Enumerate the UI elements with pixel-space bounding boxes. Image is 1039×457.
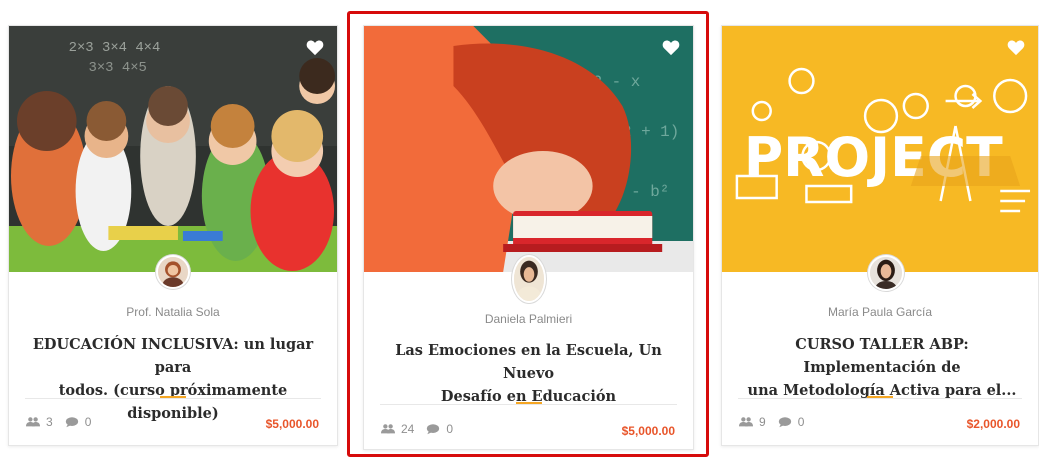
course-stats: 24 0: [381, 422, 459, 436]
course-stats: 3 0: [26, 415, 97, 429]
students-icon: [26, 416, 40, 428]
course-thumbnail[interactable]: 2×3 3×4 4×4 3×3 4×5: [9, 26, 337, 272]
course-author[interactable]: Daniela Palmieri: [364, 312, 693, 326]
course-thumbnail[interactable]: 2 - x (2 + 1) a² - b²: [364, 26, 693, 272]
course-card[interactable]: 2×3 3×4 4×4 3×3 4×5 Prof. Natalia Sola E…: [8, 25, 338, 446]
divider: [380, 404, 677, 405]
heart-icon[interactable]: [661, 38, 681, 56]
comment-icon: [778, 416, 792, 428]
course-title-line: CURSO TALLER ABP: Implementación de: [795, 336, 969, 376]
student-count: 9: [759, 415, 766, 429]
comment-count: 0: [84, 415, 92, 429]
author-avatar[interactable]: [156, 255, 190, 289]
svg-text:3×3 4×5: 3×3 4×5: [89, 60, 147, 76]
student-count: 3: [46, 415, 53, 429]
comment-icon: [65, 416, 79, 428]
course-title[interactable]: CURSO TALLER ABP: Implementación de una …: [734, 333, 1030, 402]
course-card[interactable]: PROJECT María Paula García CURSO TALLER …: [721, 25, 1039, 446]
divider: [25, 398, 321, 399]
course-title-line: Las Emociones en la Escuela, Un Nuevo: [395, 342, 662, 382]
course-stats: 9 0: [739, 415, 810, 429]
course-title[interactable]: EDUCACIÓN INCLUSIVA: un lugar para todos…: [27, 333, 319, 425]
course-title[interactable]: Las Emociones en la Escuela, Un Nuevo De…: [382, 339, 675, 408]
course-title-line: EDUCACIÓN INCLUSIVA: un lugar para: [32, 336, 314, 376]
heart-icon[interactable]: [1006, 38, 1026, 56]
course-card[interactable]: 2 - x (2 + 1) a² - b² Daniela Palmieri L…: [363, 25, 694, 450]
student-count: 24: [401, 422, 415, 436]
course-thumbnail[interactable]: PROJECT: [722, 26, 1038, 272]
divider: [738, 398, 1022, 399]
course-author[interactable]: María Paula García: [722, 305, 1038, 319]
author-avatar[interactable]: [868, 255, 904, 291]
svg-text:2×3 3×4 4×4: 2×3 3×4 4×4: [69, 40, 161, 56]
comment-count: 0: [446, 422, 454, 436]
author-avatar[interactable]: [512, 255, 546, 303]
course-price: $5,000.00: [621, 424, 675, 438]
course-price: $2,000.00: [966, 417, 1020, 431]
students-icon: [739, 416, 753, 428]
comment-icon: [426, 423, 440, 435]
course-author[interactable]: Prof. Natalia Sola: [9, 305, 337, 319]
students-icon: [381, 423, 395, 435]
comment-count: 0: [797, 415, 805, 429]
heart-icon[interactable]: [305, 38, 325, 56]
course-price: $5,000.00: [265, 417, 319, 431]
